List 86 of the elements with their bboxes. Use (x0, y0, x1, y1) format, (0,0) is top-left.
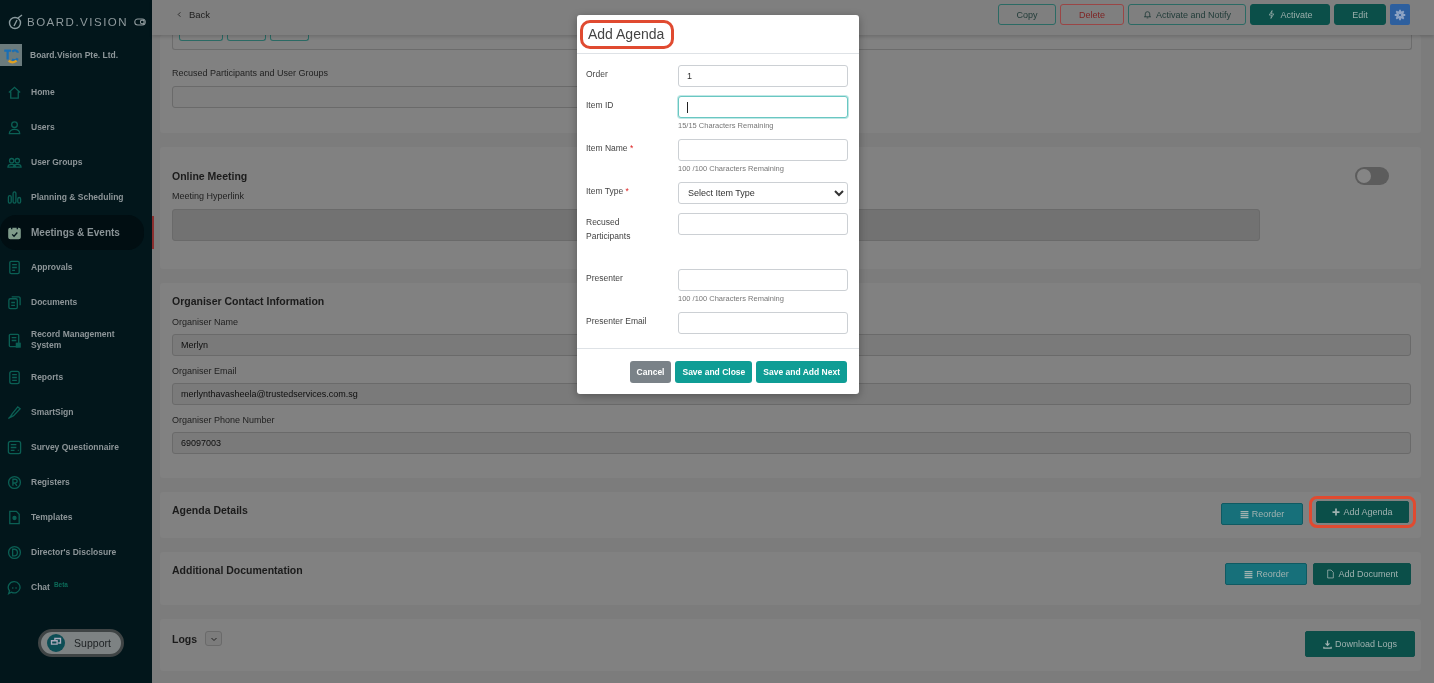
dialog-title: Add Agenda (588, 24, 665, 43)
list-icon (7, 370, 22, 385)
bell-icon (1142, 10, 1152, 19)
nav-item[interactable]: Planning & Scheduling (0, 180, 152, 215)
field-label: Organiser Email (172, 366, 237, 376)
field-label: Presenter Email (586, 315, 648, 328)
required-mark: * (625, 186, 629, 196)
document-icon (7, 260, 22, 275)
field-label: Order (586, 68, 609, 81)
nav-item[interactable]: Approvals (0, 250, 152, 285)
checklist-icon (7, 440, 22, 455)
back-link[interactable]: Back (176, 9, 211, 20)
nav-item[interactable]: Reports (0, 360, 152, 395)
add-agenda-button[interactable]: Add Agenda (1316, 501, 1409, 523)
calendar-icon (7, 225, 22, 240)
template-icon (7, 510, 22, 525)
nav-item[interactable]: Record Management System (0, 320, 152, 360)
button[interactable] (270, 35, 309, 41)
logo-icon (7, 14, 23, 30)
nav-item[interactable]: Registers (0, 465, 152, 500)
text-cursor (687, 101, 688, 113)
list-icon (1244, 569, 1254, 579)
users-icon (7, 155, 22, 170)
nav-item[interactable]: Templates (0, 500, 152, 535)
documents-icon (7, 295, 22, 310)
save-button[interactable]: Save and Add Next (756, 360, 847, 383)
home-icon (7, 85, 22, 100)
toggle-switch[interactable] (1355, 167, 1389, 185)
field-label: Presenter (586, 272, 624, 285)
save-button[interactable]: Save and Close (675, 360, 753, 383)
lightning-icon (1267, 10, 1277, 19)
field-label: Organiser Phone Number (172, 415, 275, 425)
edit-button[interactable]: Edit (1334, 4, 1386, 25)
document-icon (1326, 569, 1336, 579)
organisation-name: Board.Vision Pte. Ltd. (30, 50, 119, 60)
field-label: Recused Participants (586, 216, 632, 243)
chat-bubble-icon (47, 634, 66, 652)
field-label: Item ID (586, 99, 615, 112)
input-field[interactable]: 1 (678, 65, 848, 87)
add-document-button[interactable]: Add Document (1313, 563, 1411, 585)
button[interactable] (227, 35, 266, 41)
section-title: Logs (172, 632, 198, 645)
section-title: Additional Documentation (172, 564, 303, 576)
nav-item[interactable]: Chat $^{Beta}$ (0, 570, 152, 605)
field-label: Meeting Hyperlink (172, 191, 245, 201)
list-icon (1239, 509, 1249, 519)
toggle-icon (134, 16, 146, 28)
pen-icon (7, 405, 22, 420)
field-label: Item Type * (586, 185, 630, 198)
section-title: Organiser Contact Information (172, 295, 325, 307)
support-button[interactable]: Support (38, 629, 124, 657)
activate-button[interactable]: Activate (1250, 4, 1330, 25)
settings-button[interactable] (1390, 4, 1410, 25)
field-label: Recused Participants and User Groups (172, 68, 329, 78)
cancel-button[interactable]: Cancel (629, 360, 672, 383)
required-mark: * (629, 143, 634, 153)
plus-icon (1332, 508, 1341, 516)
nav-item[interactable]: Users (0, 110, 152, 145)
record-icon (7, 332, 22, 348)
input-field[interactable]: 69097003 (172, 432, 1411, 454)
field-label: Organiser Name (172, 317, 239, 327)
chat-icon (7, 580, 22, 595)
settings-icon (1394, 8, 1406, 21)
download-logs-button[interactable]: Download Logs (1305, 631, 1415, 657)
nav-item[interactable]: Director's Disclosure (0, 535, 152, 570)
button[interactable] (179, 35, 223, 41)
user-icon (7, 120, 22, 135)
nav-item[interactable]: Home (0, 75, 152, 110)
nav-item[interactable]: User Groups (0, 145, 152, 180)
circle-icon (7, 545, 22, 560)
expand-button[interactable] (205, 631, 223, 646)
section-title: Online Meeting (172, 170, 248, 182)
field-label: Item Name * (586, 142, 635, 155)
notify-button[interactable]: Activate and Notify (1127, 4, 1246, 25)
chevron-left-icon (176, 11, 183, 18)
input-field[interactable] (678, 96, 848, 118)
nav-item[interactable]: SmartSign (0, 395, 152, 430)
download-icon (1322, 639, 1332, 649)
section-title: Agenda Details (172, 504, 248, 516)
logo-text: BOARD.VISION (27, 16, 130, 28)
nav-item[interactable]: Documents (0, 285, 152, 320)
bar-chart-icon (7, 190, 22, 205)
copy-button[interactable]: Copy (997, 4, 1056, 25)
select-field[interactable]: Select Item Type (678, 182, 848, 204)
circle-icon (7, 475, 22, 490)
nav-item[interactable]: Survey Questionnaire (0, 430, 152, 465)
